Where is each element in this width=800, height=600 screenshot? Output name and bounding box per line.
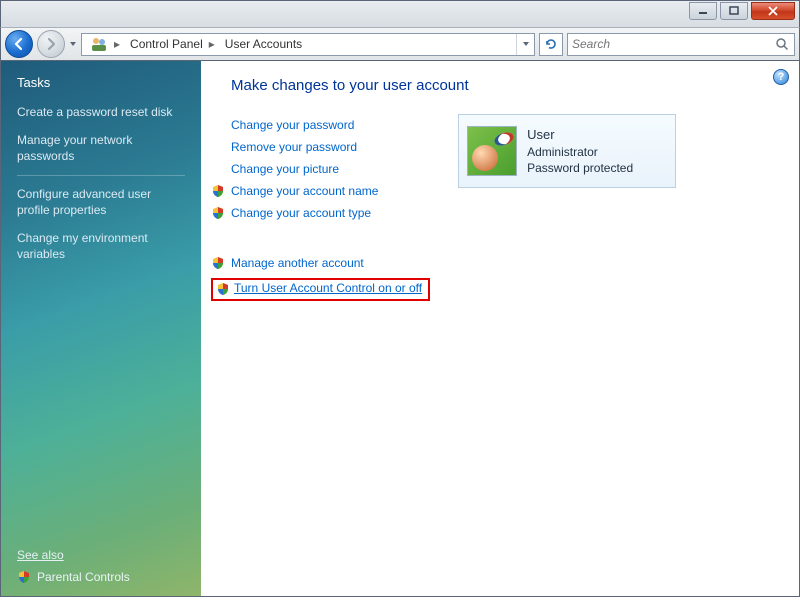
link-change-picture[interactable]: Change your picture — [231, 158, 430, 180]
account-card: User Administrator Password protected — [458, 114, 676, 188]
address-bar: ▸ Control Panel ▸ User Accounts — [0, 27, 800, 61]
page-heading: Make changes to your user account — [231, 77, 781, 94]
link-label: Change your account type — [231, 206, 371, 220]
account-status: Password protected — [527, 160, 633, 176]
task-create-password-reset-disk[interactable]: Create a password reset disk — [17, 98, 185, 126]
search-input[interactable] — [572, 37, 774, 51]
account-role: Administrator — [527, 144, 633, 160]
window-body: Tasks Create a password reset disk Manag… — [0, 61, 800, 597]
nav-history-dropdown-icon[interactable] — [69, 39, 77, 49]
breadcrumb-seg-0[interactable]: Control Panel — [122, 34, 207, 55]
link-remove-password[interactable]: Remove your password — [231, 136, 430, 158]
close-button[interactable] — [751, 2, 795, 20]
breadcrumb-root-icon[interactable] — [82, 34, 112, 55]
maximize-button[interactable] — [720, 2, 748, 20]
task-configure-profile-properties[interactable]: Configure advanced user profile properti… — [17, 180, 185, 224]
link-manage-another-account[interactable]: Manage another account — [211, 252, 430, 274]
tasks-heading: Tasks — [17, 75, 185, 90]
link-label: Change your password — [231, 118, 354, 132]
breadcrumb-dropdown-icon[interactable] — [516, 34, 534, 55]
shield-icon — [17, 570, 31, 584]
window-titlebar — [0, 0, 800, 27]
help-button[interactable]: ? — [773, 69, 789, 85]
shield-icon — [211, 206, 225, 220]
tasks-sidebar: Tasks Create a password reset disk Manag… — [1, 61, 201, 596]
link-change-password[interactable]: Change your password — [231, 114, 430, 136]
shield-icon — [211, 184, 225, 198]
search-icon[interactable] — [774, 37, 790, 51]
account-actions-list: Change your password Remove your passwor… — [231, 114, 430, 305]
see-also-label: Parental Controls — [37, 570, 130, 584]
window-buttons — [689, 1, 799, 20]
account-info: User Administrator Password protected — [527, 126, 633, 176]
shield-icon — [216, 282, 230, 296]
refresh-button[interactable] — [539, 33, 563, 56]
task-manage-network-passwords[interactable]: Manage your network passwords — [17, 126, 185, 170]
link-change-account-name[interactable]: Change your account name — [211, 180, 430, 202]
link-turn-uac-on-off[interactable]: Turn User Account Control on or off — [211, 274, 430, 305]
link-label: Change your picture — [231, 162, 339, 176]
highlight-box: Turn User Account Control on or off — [211, 278, 430, 301]
breadcrumb-separator-icon: ▸ — [112, 37, 122, 51]
content-area: ? Make changes to your user account Chan… — [201, 61, 799, 596]
task-change-environment-variables[interactable]: Change my environment variables — [17, 224, 185, 268]
see-also-parental-controls[interactable]: Parental Controls — [17, 568, 185, 586]
nav-back-button[interactable] — [5, 30, 33, 58]
sidebar-separator — [17, 175, 185, 176]
shield-icon — [211, 256, 225, 270]
link-label: Remove your password — [231, 140, 357, 154]
link-label: Manage another account — [231, 256, 364, 270]
account-picture — [467, 126, 517, 176]
link-change-account-type[interactable]: Change your account type — [211, 202, 430, 224]
account-name: User — [527, 126, 633, 144]
link-label: Turn User Account Control on or off — [234, 281, 422, 295]
see-also-heading: See also — [17, 548, 185, 562]
breadcrumb-separator-icon: ▸ — [207, 37, 217, 51]
minimize-button[interactable] — [689, 2, 717, 20]
search-box[interactable] — [567, 33, 795, 56]
breadcrumb-seg-1[interactable]: User Accounts — [217, 34, 306, 55]
breadcrumb-bar[interactable]: ▸ Control Panel ▸ User Accounts — [81, 33, 535, 56]
link-label: Change your account name — [231, 184, 378, 198]
nav-forward-button[interactable] — [37, 30, 65, 58]
